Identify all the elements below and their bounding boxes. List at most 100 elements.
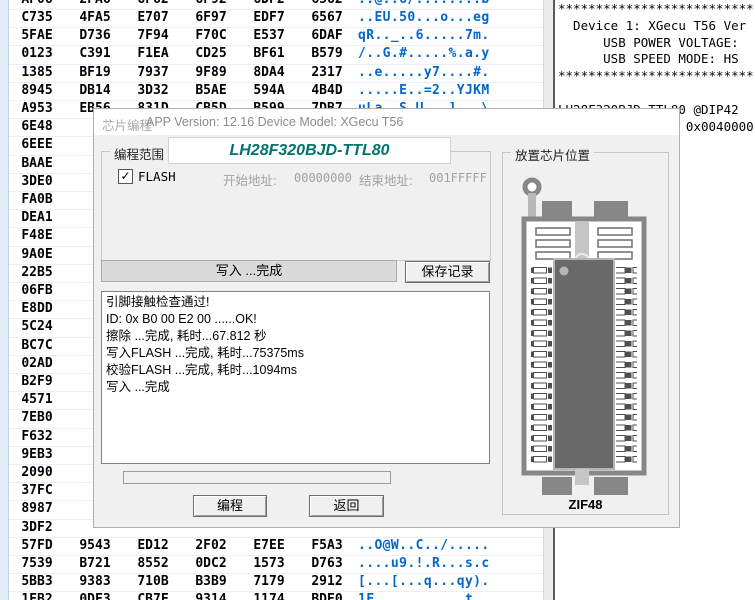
hex-cell: E8DD — [8, 301, 66, 316]
hex-cell: B5AE — [182, 83, 240, 98]
progress-bar: 写入 ...完成 — [101, 260, 397, 282]
hex-left-edge-strip — [0, 0, 9, 600]
hex-cell: 4FA5 — [66, 10, 124, 25]
save-log-button[interactable]: 保存记录 — [405, 261, 490, 283]
hex-cell: 1573 — [240, 556, 298, 571]
hex-cell: 6567 — [298, 10, 356, 25]
end-addr-value: 001FFFFF — [429, 171, 487, 185]
hex-cell: 2317 — [298, 65, 356, 80]
hex-cell: 6562 — [298, 0, 356, 7]
ascii-cell: ..@..6/........b — [358, 0, 490, 7]
hex-cell: 8DA4 — [240, 65, 298, 80]
secondary-progress-bar — [123, 471, 391, 484]
hex-cell: BC7C — [8, 338, 66, 353]
log-line: 擦除 ...完成, 耗时...67.812 秒 — [106, 328, 485, 345]
hex-cell: 1FB2 — [8, 592, 66, 600]
hex-cell: F5A3 — [298, 538, 356, 553]
hex-cell: 9F89 — [182, 65, 240, 80]
hex-row[interactable]: 57FD9543ED122F02E7EEF5A3..O@W..C../..... — [0, 537, 543, 556]
zif48-socket-graphic — [506, 171, 666, 496]
hex-cell: 7EB0 — [8, 410, 66, 425]
hex-cell: 0DF3 — [66, 592, 124, 600]
hex-cell: CB7F — [124, 592, 182, 600]
socket-group-label: 放置芯片位置 — [511, 145, 594, 164]
log-line: 引脚接触检查通过! — [106, 294, 485, 311]
hex-cell: B2F9 — [8, 374, 66, 389]
hex-cell: 9543 — [66, 538, 124, 553]
back-button[interactable]: 返回 — [309, 495, 384, 517]
dialog-title: 芯片编程 — [102, 115, 152, 134]
hex-row[interactable]: 5BB39383710BB3B971792912[...[...q...qy). — [0, 573, 543, 592]
log-line: 写入FLASH ...完成, 耗时...75375ms — [106, 345, 485, 362]
hex-cell: E707 — [124, 10, 182, 25]
dialog-title-info: APP Version: 12.16 Device Model: XGecu T… — [146, 115, 403, 129]
log-line: 校验FLASH ...完成, 耗时...1094ms — [106, 362, 485, 379]
hex-cell: 9314 — [182, 592, 240, 600]
hex-cell: 9383 — [66, 574, 124, 589]
ascii-cell: ....u9.!.R...s.c — [358, 556, 490, 571]
hex-cell: E7EE — [240, 538, 298, 553]
hex-cell: 8552 — [124, 556, 182, 571]
hex-cell: 4B4D — [298, 83, 356, 98]
hex-cell: BDE0 — [298, 592, 356, 600]
hex-cell: 594A — [240, 83, 298, 98]
hex-cell: 22B5 — [8, 265, 66, 280]
hex-cell: 3DF2 — [8, 520, 66, 535]
start-addr-value: 00000000 — [294, 171, 352, 185]
hex-row[interactable]: 0123C391F1EACD25BF61B579/..G.#.....%.a.y — [0, 45, 543, 64]
app-screen: AF062FA66F626F926DF26562..@..6/........b… — [0, 0, 755, 600]
hex-cell: 8987 — [8, 501, 66, 516]
hex-cell: 1385 — [8, 65, 66, 80]
hex-cell: BAAE — [8, 156, 66, 171]
range-group-label: 编程范围 — [110, 144, 168, 163]
hex-cell: A953 — [8, 101, 66, 116]
hex-cell: F632 — [8, 429, 66, 444]
hex-cell: 7937 — [124, 65, 182, 80]
end-addr-label: 结束地址: — [359, 170, 412, 189]
zif48-label: ZIF48 — [502, 497, 669, 512]
hex-row[interactable]: 5FAED7367F94F70CE5376DAFqR.._..6.....7m. — [0, 27, 543, 46]
hex-cell: 6E48 — [8, 119, 66, 134]
hex-row[interactable]: 8945DB143D32B5AE594A4B4D.....E..=2..YJKM — [0, 82, 543, 101]
hex-cell: 2F02 — [182, 538, 240, 553]
hex-cell: 57FD — [8, 538, 66, 553]
hex-cell: 9A0E — [8, 247, 66, 262]
hex-cell: F70C — [182, 28, 240, 43]
hex-cell: 6F92 — [182, 0, 240, 7]
ascii-cell: [...[...q...qy). — [358, 574, 490, 589]
hex-cell: FA0B — [8, 192, 66, 207]
hex-cell: 4571 — [8, 392, 66, 407]
hex-cell: 3DE0 — [8, 174, 66, 189]
ascii-cell: ..O@W..C../..... — [358, 538, 490, 553]
dialog-titlebar[interactable]: 芯片编程 APP Version: 12.16 Device Model: XG… — [94, 109, 679, 135]
hex-cell: 9EB3 — [8, 447, 66, 462]
hex-cell: 3D32 — [124, 83, 182, 98]
hex-cell: 7539 — [8, 556, 66, 571]
flash-checkbox-label: FLASH — [138, 169, 176, 184]
operation-log[interactable]: 引脚接触检查通过!ID: 0x B0 00 E2 00 ......OK!擦除 … — [101, 291, 490, 464]
ascii-cell: ..EU.50...o...eg — [358, 10, 490, 25]
hex-cell: 7179 — [240, 574, 298, 589]
ascii-cell: 1F...........t.. — [358, 592, 490, 600]
hex-cell: F1EA — [124, 46, 182, 61]
hex-row[interactable]: 1385BF1979379F898DA42317..e.....y7....#. — [0, 64, 543, 83]
hex-cell: 02AD — [8, 356, 66, 371]
hex-row[interactable]: C7354FA5E7076F97EDF76567..EU.50...o...eg — [0, 9, 543, 28]
program-button[interactable]: 编程 — [193, 495, 267, 517]
ascii-cell: qR.._..6.....7m. — [358, 28, 490, 43]
hex-cell: 0123 — [8, 46, 66, 61]
hex-cell: BF19 — [66, 65, 124, 80]
hex-cell: 6F97 — [182, 10, 240, 25]
hex-row[interactable]: 7539B72185520DC21573D763....u9.!.R...s.c — [0, 555, 543, 574]
flash-checkbox[interactable]: ✓ — [118, 169, 133, 184]
hex-cell: 6EEE — [8, 137, 66, 152]
hex-cell: 6DF2 — [240, 0, 298, 7]
hex-cell: D763 — [298, 556, 356, 571]
hex-cell: 5FAE — [8, 28, 66, 43]
hex-row[interactable]: 1FB20DF3CB7F93141174BDE01F...........t.. — [0, 591, 543, 600]
hex-cell: BF61 — [240, 46, 298, 61]
hex-cell: AF06 — [8, 0, 66, 7]
hex-cell: 2090 — [8, 465, 66, 480]
hex-cell: B721 — [66, 556, 124, 571]
hex-cell: DB14 — [66, 83, 124, 98]
